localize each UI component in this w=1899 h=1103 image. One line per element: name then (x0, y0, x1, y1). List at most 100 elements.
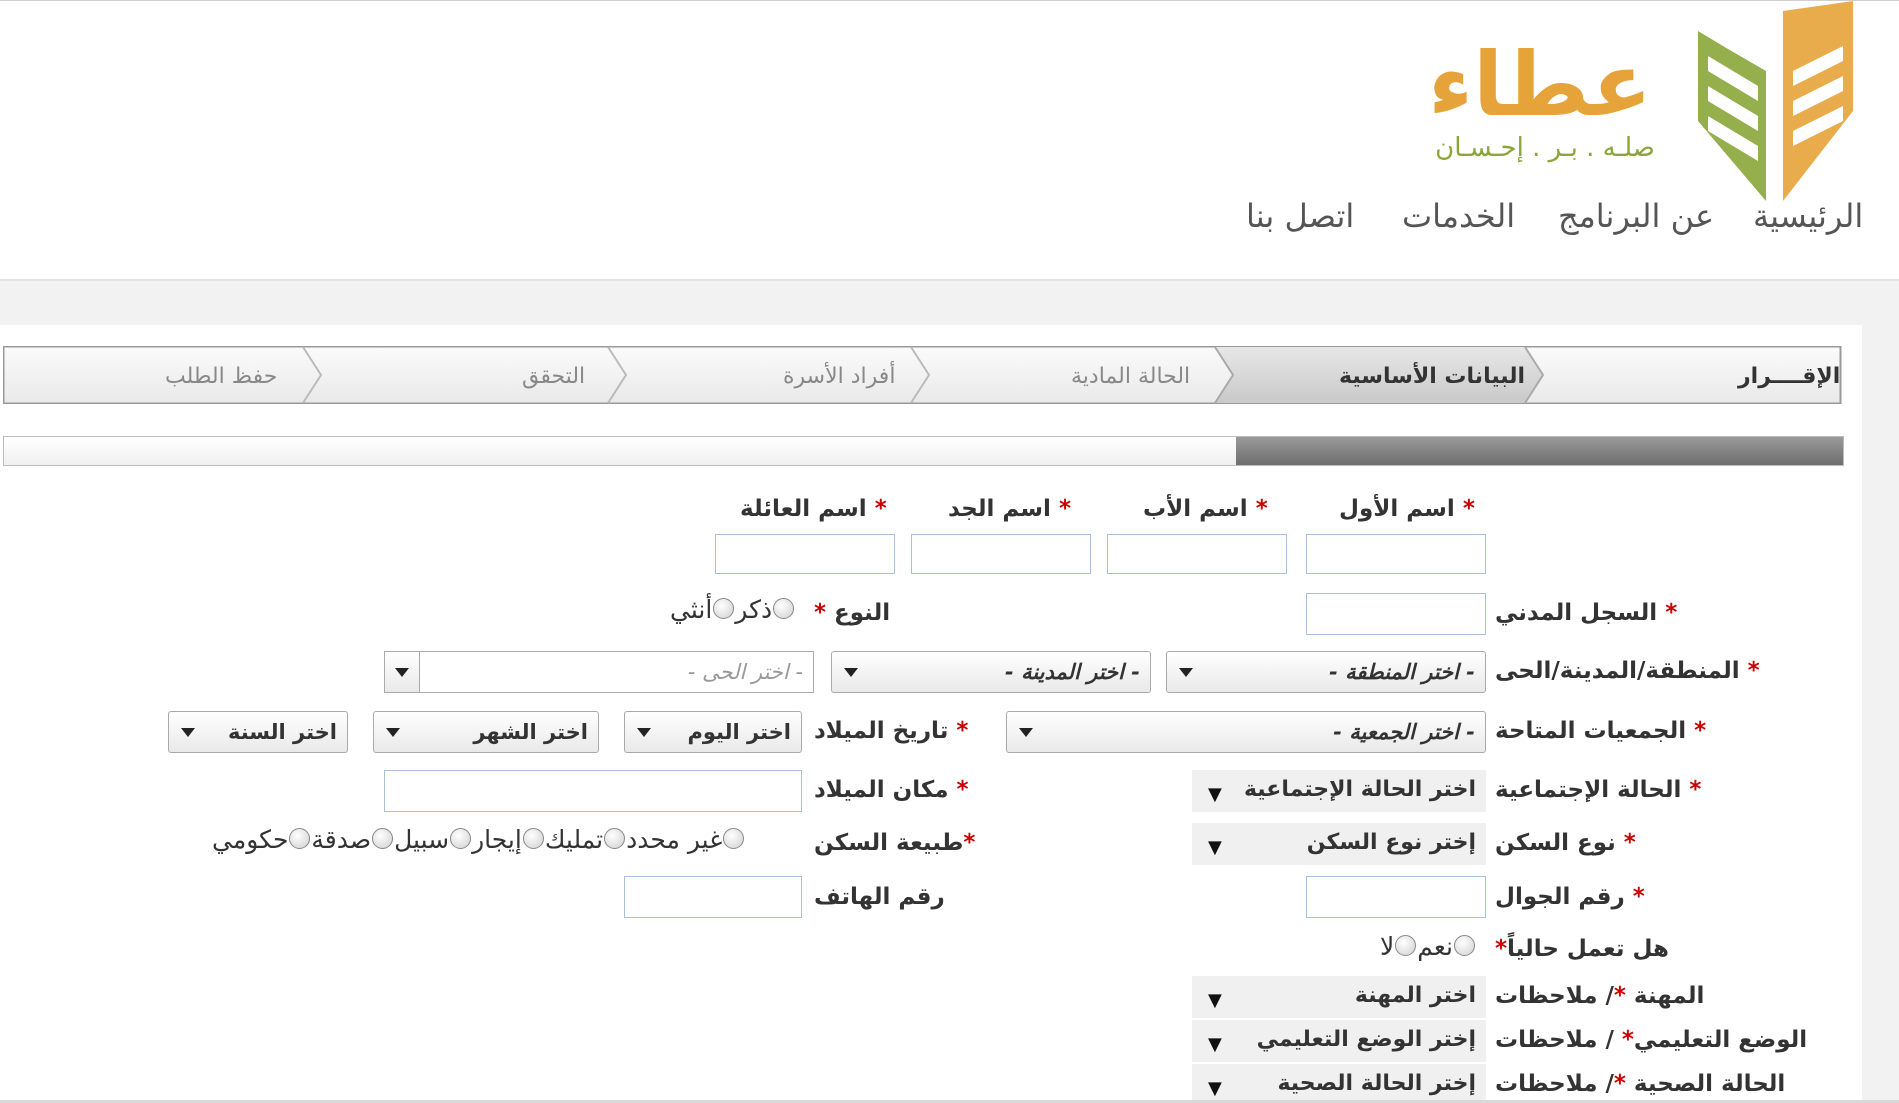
association-select[interactable]: - اختر الجمعية - (1006, 711, 1486, 753)
nav-contact[interactable]: اتصل بنا (1246, 197, 1354, 247)
wizard-step-declaration[interactable]: الإقــــرار (1738, 364, 1840, 389)
civil-id-input[interactable] (1306, 593, 1486, 635)
social-status-select[interactable]: اختر الحالة الإجتماعية ▼ (1192, 770, 1486, 812)
logo[interactable]: عطاء صلـه . بـر . إحـسـان (1410, 1, 1870, 211)
housing-sabil-label: سبيل (394, 825, 450, 854)
wheat-logo-icon (1698, 1, 1853, 201)
family-name-input[interactable] (715, 534, 895, 574)
city-select[interactable]: - اختر المدينة - (831, 651, 1151, 693)
first-name-label: * اسم الأول (1339, 496, 1475, 522)
nav-about[interactable]: عن البرنامج (1558, 197, 1714, 247)
housing-government-radio[interactable] (289, 827, 311, 849)
housing-rent-label: إيجار (472, 825, 522, 854)
chevron-down-icon (1019, 728, 1033, 737)
social-status-select-value: اختر الحالة الإجتماعية (1243, 777, 1476, 802)
health-select[interactable]: إختر الحالة الصحية ▼ (1192, 1064, 1486, 1100)
working-radio-group: نعم لا (1380, 932, 1476, 962)
housing-unspecified-label: غير محدد (626, 825, 723, 854)
phone-input[interactable] (624, 876, 802, 918)
caret-down-icon: ▼ (1208, 1034, 1222, 1055)
caret-down-icon: ▼ (1208, 837, 1222, 858)
birth-day-select-value: اختر اليوم (687, 720, 792, 744)
gender-female-radio[interactable] (713, 597, 735, 619)
working-yes-label: نعم (1417, 932, 1453, 961)
working-yes-radio[interactable] (1453, 934, 1475, 956)
working-no-radio[interactable] (1395, 934, 1417, 956)
housing-charity-label: صدقة (311, 825, 372, 854)
site-header: عطاء صلـه . بـر . إحـسـان الرئيسية عن ال… (0, 1, 1899, 281)
housing-type-select-value: إختر نوع السكن (1306, 830, 1476, 855)
housing-unspecified-radio[interactable] (723, 827, 745, 849)
health-select-value: إختر الحالة الصحية (1277, 1071, 1476, 1096)
chevron-down-icon (1179, 668, 1193, 677)
chevron-down-icon (181, 728, 195, 737)
job-select[interactable]: اختر المهنة ▼ (1192, 976, 1486, 1018)
education-select[interactable]: إختر الوضع التعليمي ▼ (1192, 1020, 1486, 1062)
region-select[interactable]: - اختر المنطقة - (1166, 651, 1486, 693)
family-name-label: * اسم العائلة (740, 496, 887, 522)
header-separator (0, 281, 1899, 325)
logo-tagline: صلـه . بـر . إحـسـان (1435, 133, 1655, 163)
education-select-value: إختر الوضع التعليمي (1256, 1027, 1476, 1052)
working-no-label: لا (1380, 932, 1395, 961)
housing-charity-radio[interactable] (372, 827, 394, 849)
wizard-steps: الإقــــرار البيانات الأساسية الحالة الم… (3, 346, 1843, 404)
working-label: هل تعمل حالياً* (1495, 936, 1669, 962)
region-select-value: - اختر المنطقة - (1329, 660, 1475, 684)
mobile-input[interactable] (1306, 876, 1486, 918)
gender-male-label: ذكر (735, 595, 773, 624)
birth-year-select[interactable]: اختر السنة (168, 711, 348, 753)
birth-month-select-value: اختر الشهر (473, 720, 588, 744)
progress-fill (1236, 437, 1843, 465)
gender-male-radio[interactable] (773, 597, 795, 619)
wizard-step-financial[interactable]: الحالة المادية (1071, 364, 1190, 389)
wizard-step-save[interactable]: حفظ الطلب (165, 364, 277, 389)
district-combobox[interactable]: - اختر الحى - (384, 651, 814, 693)
birth-day-select[interactable]: اختر اليوم (624, 711, 802, 753)
caret-down-icon: ▼ (1208, 784, 1222, 805)
social-status-label: * الحالة الإجتماعية (1495, 777, 1702, 803)
location-label: * المنطقة/المدينة/الحى (1495, 658, 1760, 684)
first-name-input[interactable] (1306, 534, 1486, 574)
health-label: الحالة الصحية */ ملاحظات (1495, 1071, 1786, 1097)
mobile-label: * رقم الجوال (1495, 884, 1645, 910)
grandfather-name-input[interactable] (911, 534, 1091, 574)
birth-month-select[interactable]: اختر الشهر (373, 711, 599, 753)
progress-bar (3, 436, 1844, 466)
wizard-step-basic-info[interactable]: البيانات الأساسية (1339, 364, 1525, 389)
chevron-down-icon (395, 668, 409, 677)
housing-sabil-radio[interactable] (450, 827, 472, 849)
associations-label: * الجمعيات المتاحة (1495, 718, 1707, 744)
housing-government-label: حكومي (212, 825, 289, 854)
caret-down-icon: ▼ (1208, 990, 1222, 1011)
phone-label: رقم الهاتف (814, 884, 945, 910)
grandfather-name-label: * اسم الجد (948, 496, 1071, 522)
housing-nature-label: *طبيعة السكن (814, 830, 976, 856)
city-select-value: - اختر المدينة - (1005, 660, 1140, 684)
association-select-value: - اختر الجمعية - (1333, 720, 1475, 744)
nav-services[interactable]: الخدمات (1402, 197, 1515, 247)
housing-type-select[interactable]: إختر نوع السكن ▼ (1192, 823, 1486, 865)
gender-label: النوع * (814, 600, 891, 626)
gender-radio-group: ذكر أنثي (670, 595, 795, 625)
father-name-input[interactable] (1107, 534, 1287, 574)
housing-nature-radio-group: غير محدد تمليك إيجار سبيل صدقة حكومي (212, 825, 745, 855)
job-label: المهنة */ ملاحظات (1495, 983, 1705, 1009)
housing-rent-radio[interactable] (522, 827, 544, 849)
district-combobox-placeholder: - اختر الحى - (687, 660, 803, 684)
civil-id-label: * السجل المدني (1495, 600, 1678, 626)
birth-date-label: * تاريخ الميلاد (814, 718, 969, 744)
district-dropdown-button[interactable] (385, 652, 420, 692)
birth-place-input[interactable] (384, 770, 802, 812)
chevron-down-icon (637, 728, 651, 737)
wizard-step-family[interactable]: أفراد الأسرة (783, 364, 895, 389)
housing-type-label: * نوع السكن (1495, 830, 1636, 856)
nav-home[interactable]: الرئيسية (1753, 197, 1863, 247)
housing-owned-radio[interactable] (604, 827, 626, 849)
wizard-background (3, 346, 1842, 404)
housing-owned-label: تمليك (544, 825, 604, 854)
chevron-down-icon (844, 668, 858, 677)
gender-female-label: أنثي (670, 595, 713, 624)
wizard-step-verification[interactable]: التحقق (522, 364, 585, 389)
logo-wordmark: عطاء (1428, 33, 1652, 136)
